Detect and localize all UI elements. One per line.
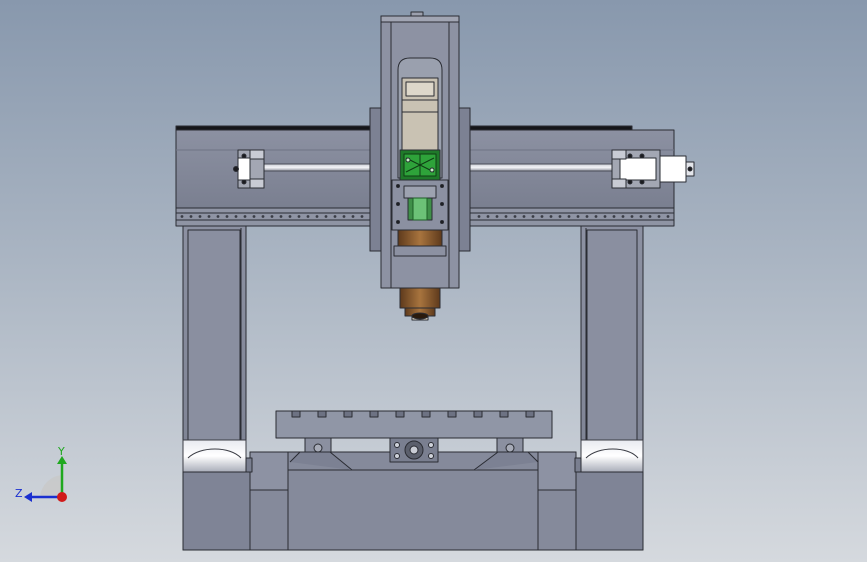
rail-hole — [216, 215, 220, 218]
machine-base — [182, 451, 644, 551]
rail-hole — [612, 215, 616, 218]
rail-hole — [252, 215, 256, 218]
rail-hole — [351, 215, 355, 218]
rail-hole — [513, 215, 517, 218]
left-bearing-block — [233, 149, 265, 189]
rail-hole — [639, 215, 643, 218]
rail-hole — [585, 215, 589, 218]
x-axis-dot — [57, 492, 67, 502]
rail-hole — [621, 215, 625, 218]
rail-hole — [333, 215, 337, 218]
rail-hole — [288, 215, 292, 218]
rail-hole — [342, 215, 346, 218]
x-axis-motor — [659, 155, 695, 183]
rail-hole — [306, 215, 310, 218]
rail-hole — [270, 215, 274, 218]
rail-hole — [594, 215, 598, 218]
rail-hole — [234, 215, 238, 218]
rail-hole — [486, 215, 490, 218]
rail-hole — [297, 215, 301, 218]
right-bearing-block — [611, 149, 661, 189]
rail-hole — [315, 215, 319, 218]
rail-hole — [531, 215, 535, 218]
rail-hole — [504, 215, 508, 218]
rail-hole — [261, 215, 265, 218]
axis-triad: Y Z — [15, 445, 67, 502]
rail-hole — [477, 215, 481, 218]
rail-hole — [198, 215, 202, 218]
rail-hole — [207, 215, 211, 218]
rail-hole — [630, 215, 634, 218]
rail-hole — [540, 215, 544, 218]
gantry-machine-drawing: Y Z — [15, 11, 695, 551]
rail-hole — [567, 215, 571, 218]
rail-hole — [189, 215, 193, 218]
rail-hole — [558, 215, 562, 218]
rail-hole — [648, 215, 652, 218]
triad-z-label: Z — [15, 487, 23, 500]
rail-hole — [549, 215, 553, 218]
rail-hole — [657, 215, 661, 218]
spindle-drive-motor — [399, 149, 441, 181]
rail-hole — [279, 215, 283, 218]
cad-viewport[interactable]: Y Z — [0, 0, 867, 562]
spindle-mount-plate — [391, 179, 449, 231]
rail-hole — [603, 215, 607, 218]
rail-hole — [324, 215, 328, 218]
rail-hole — [243, 215, 247, 218]
rail-hole — [495, 215, 499, 218]
rail-hole — [180, 215, 184, 218]
rail-hole — [225, 215, 229, 218]
triad-y-label: Y — [57, 445, 65, 458]
rail-hole — [522, 215, 526, 218]
rail-hole — [576, 215, 580, 218]
rail-hole — [360, 215, 364, 218]
z-axis-arrow — [24, 492, 32, 502]
rail-hole — [666, 215, 670, 218]
